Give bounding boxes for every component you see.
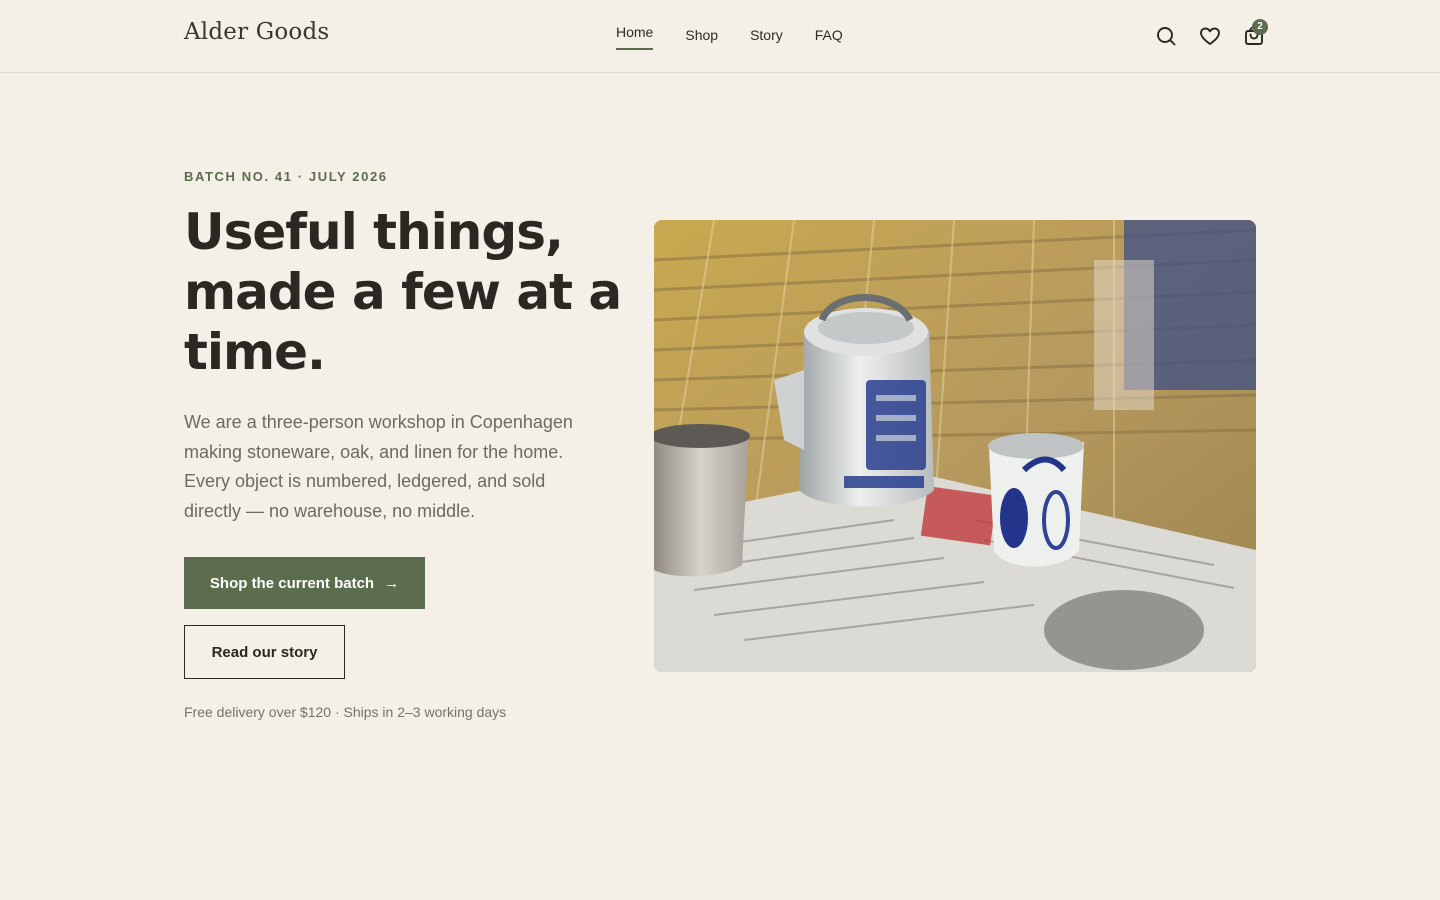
- teapot-and-cups-photo: [654, 220, 1256, 672]
- main-nav: Home Shop Story FAQ: [616, 24, 843, 52]
- heart-icon[interactable]: [1198, 24, 1222, 48]
- nav-item-shop[interactable]: Shop: [685, 24, 718, 52]
- batch-eyebrow: BATCH NO. 41 · JULY 2026: [184, 169, 388, 184]
- site-header: Alder Goods Home Shop Story FAQ 2: [0, 0, 1440, 73]
- nav-item-faq[interactable]: FAQ: [815, 24, 843, 52]
- shop-current-batch-button[interactable]: Shop the current batch →: [184, 557, 425, 609]
- header-actions: 2: [1154, 19, 1268, 48]
- hero-product-photo: [654, 220, 1256, 672]
- hero-description: We are a three-person workshop in Copenh…: [184, 412, 573, 521]
- brand-logo[interactable]: Alder Goods: [184, 19, 329, 45]
- nav-item-home[interactable]: Home: [616, 21, 654, 50]
- shop-current-batch-label: Shop the current batch: [209, 574, 375, 592]
- cart-count-badge: 2: [1252, 19, 1268, 35]
- read-our-story-button[interactable]: Read our story: [184, 625, 345, 679]
- search-icon[interactable]: [1154, 24, 1178, 48]
- hero-headline: Useful things, made a few at a time.: [184, 203, 622, 381]
- arrow-right-icon: →: [384, 574, 400, 592]
- shopping-bag-icon[interactable]: 2: [1242, 19, 1268, 48]
- delivery-note: Free delivery over $120 · Ships in 2–3 w…: [184, 704, 507, 720]
- nav-item-story[interactable]: Story: [750, 24, 783, 52]
